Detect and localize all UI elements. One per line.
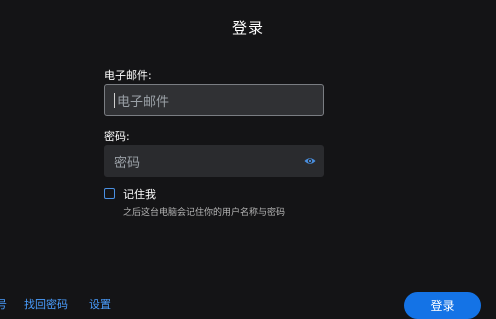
password-placeholder: 密码 xyxy=(114,155,141,171)
email-field[interactable]: 电子邮件 xyxy=(104,84,324,116)
recover-password-link[interactable]: 找回密码 xyxy=(24,296,68,312)
email-label: 电子邮件: xyxy=(104,69,152,82)
remember-me-checkbox[interactable] xyxy=(104,188,115,199)
page-title: 登录 xyxy=(231,19,264,37)
settings-link[interactable]: 设置 xyxy=(89,296,111,312)
eye-icon[interactable] xyxy=(304,155,316,167)
password-field[interactable]: 密码 xyxy=(104,145,324,177)
remember-me-label[interactable]: 记住我 xyxy=(123,186,156,202)
password-label: 密码: xyxy=(104,130,130,143)
footer-link-partial[interactable]: 号 xyxy=(0,296,7,312)
remember-me-hint: 之后这台电脑会记住你的用户名称与密码 xyxy=(123,208,286,218)
text-caret xyxy=(114,92,115,108)
email-placeholder: 电子邮件 xyxy=(117,94,170,110)
